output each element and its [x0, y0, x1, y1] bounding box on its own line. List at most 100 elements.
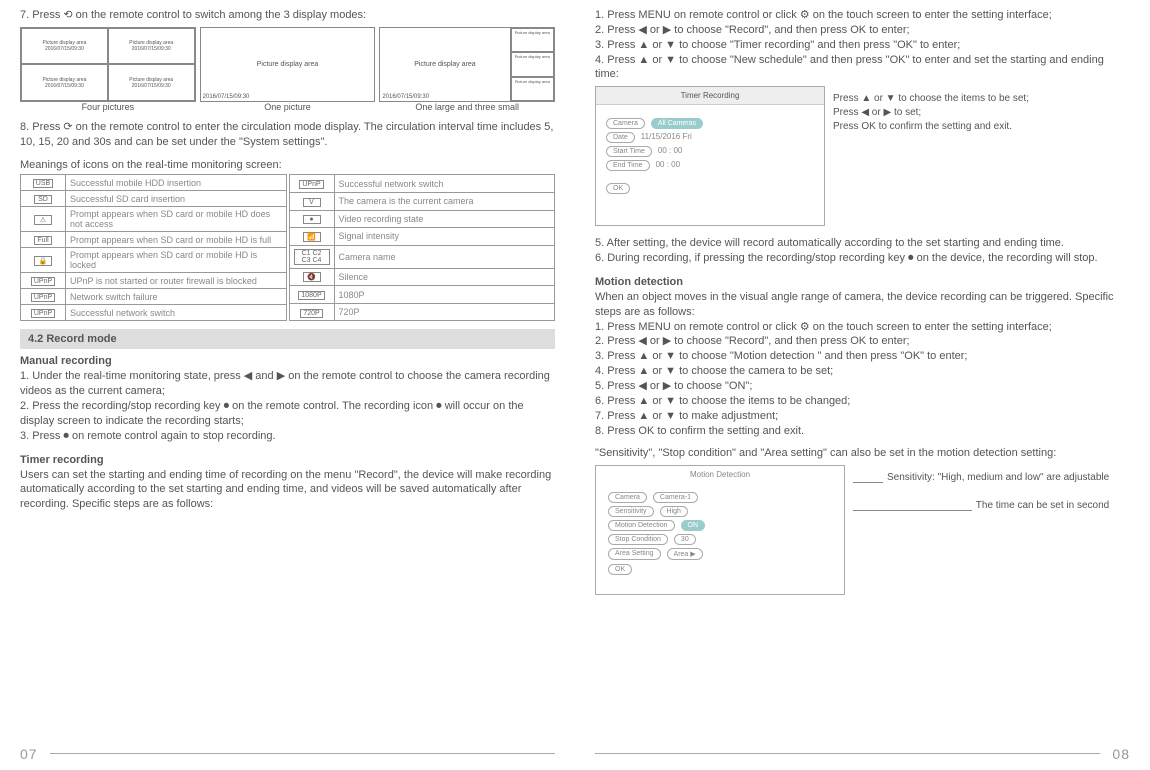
- md-notes: Sensitivity: "High, medium and low" are …: [853, 461, 1109, 513]
- m-step5: 5. Press ◀ or ▶ to choose "ON";: [595, 379, 1130, 394]
- md-title: Motion Detection: [596, 466, 844, 483]
- icon-desc: Successful network switch: [334, 175, 555, 193]
- icon: SD: [34, 195, 52, 204]
- label-camera: Camera: [606, 118, 645, 129]
- icon-desc: Prompt appears when SD card or mobile HD…: [66, 207, 287, 232]
- m-step1: 1. Press MENU on remote control or click…: [595, 320, 1130, 335]
- icon-desc: 1080P: [334, 286, 555, 304]
- m-step6: 6. Press ▲ or ▼ to choose the items to b…: [595, 394, 1130, 409]
- icon: UPnP: [299, 180, 323, 189]
- step7: 7. Press ⟲ on the remote control to swit…: [20, 8, 555, 23]
- note-time: The time can be set in second: [976, 499, 1109, 513]
- timer-recording-heading: Timer recording: [20, 454, 555, 466]
- meanings-heading: Meanings of icons on the real-time monit…: [20, 158, 555, 173]
- icons-table-right: UPnP Successful network switch V The camera…: [289, 174, 556, 321]
- icon: USB: [33, 179, 53, 188]
- timer-notes: Press ▲ or ▼ to choose the items to be s…: [833, 82, 1029, 134]
- m-step2: 2. Press ◀ or ▶ to choose "Record", and …: [595, 334, 1130, 349]
- m-step8: 8. Press OK to confirm the setting and e…: [595, 424, 1130, 439]
- icon-desc: Camera name: [334, 245, 555, 268]
- p8-step4: 4. Press ▲ or ▼ to choose "New schedule"…: [595, 53, 1130, 83]
- icon: 🔒: [34, 256, 52, 266]
- timer-desc: Users can set the starting and ending ti…: [20, 468, 555, 513]
- side-cell: Picture display area: [511, 77, 554, 101]
- icon: ⚠: [34, 215, 52, 225]
- cell-ts: 2016/07/15/09:30: [132, 83, 171, 89]
- value-end[interactable]: 00 : 00: [656, 160, 680, 171]
- ok-button[interactable]: OK: [606, 183, 630, 194]
- icon: 📶: [303, 232, 321, 242]
- icon: UPnP: [31, 277, 55, 286]
- label-md: Motion Detection: [608, 520, 675, 531]
- icon-desc: Successful SD card insertion: [66, 191, 287, 207]
- icons-table-left: USB Successful mobile HDD insertion SD Succ…: [20, 174, 287, 321]
- p8-step6: 6. During recording, if pressing the rec…: [595, 251, 1130, 266]
- label-end: End Time: [606, 160, 650, 171]
- icon-desc: Successful mobile HDD insertion: [66, 175, 287, 191]
- side-cell: Picture display area: [511, 52, 554, 76]
- value-camera[interactable]: All Cameras: [651, 118, 703, 129]
- m-step4: 4. Press ▲ or ▼ to choose the camera to …: [595, 364, 1130, 379]
- m-step7: 7. Press ▲ or ▼ to make adjustment;: [595, 409, 1130, 424]
- section-record-mode: 4.2 Record mode: [20, 329, 555, 349]
- value-date[interactable]: 11/15/2016 Fri: [641, 132, 692, 143]
- value-start[interactable]: 00 : 00: [658, 146, 682, 157]
- page-number: 08: [1112, 746, 1130, 762]
- label-sens: Sensitivity: [608, 506, 654, 517]
- icon-desc: Signal intensity: [334, 228, 555, 246]
- cell-ts: 2016/07/15/09:30: [132, 46, 171, 52]
- step8: 8. Press ⟳ on the remote control to ente…: [20, 120, 555, 150]
- sens-note: "Sensitivity", "Stop condition" and "Are…: [595, 446, 1130, 461]
- icon-desc: Network switch failure: [66, 289, 287, 305]
- page-number: 07: [20, 746, 38, 762]
- manual-step3: 3. Press ⏺ on remote control again to st…: [20, 429, 555, 444]
- mode-four: Picture display area2016/07/15/09:30 Pic…: [20, 27, 196, 112]
- manual-step1: 1. Under the real-time monitoring state,…: [20, 369, 555, 399]
- value-camera[interactable]: Camera-1: [653, 492, 698, 503]
- mode-caption: Four pictures: [20, 102, 196, 112]
- page-left: 7. Press ⟲ on the remote control to swit…: [0, 0, 575, 770]
- p8-step5: 5. After setting, the device will record…: [595, 236, 1130, 251]
- value-stop[interactable]: 30: [674, 534, 696, 545]
- icon: 1080P: [298, 291, 324, 300]
- display-modes: Picture display area2016/07/15/09:30 Pic…: [20, 27, 555, 112]
- icon: V: [303, 198, 321, 207]
- motion-heading: Motion detection: [595, 276, 1130, 288]
- icon: C1 C2 C3 C4: [294, 249, 330, 265]
- cell-ts: 2016/07/15/09:30: [45, 46, 84, 52]
- icon-desc: Prompt appears when SD card or mobile HD…: [66, 248, 287, 273]
- one-area: Picture display area: [201, 28, 375, 101]
- mode-one: Picture display area 2016/07/15/09:30 On…: [200, 27, 376, 112]
- mode-onesmall: Picture display area Picture display are…: [379, 27, 555, 112]
- icon-desc: UPnP is not started or router firewall i…: [66, 273, 287, 289]
- icon: 🔇: [303, 272, 321, 282]
- p8-step1: 1. Press MENU on remote control or click…: [595, 8, 1130, 23]
- page-right: 1. Press MENU on remote control or click…: [575, 0, 1150, 770]
- label-area: Area Setting: [608, 548, 661, 560]
- cell-ts: 2016/07/15/09:30: [45, 83, 84, 89]
- value-md[interactable]: ON: [681, 520, 706, 531]
- side-cell: Picture display area: [511, 28, 554, 52]
- note-sens: Sensitivity: "High, medium and low" are …: [887, 471, 1109, 485]
- m-step3: 3. Press ▲ or ▼ to choose "Motion detect…: [595, 349, 1130, 364]
- icon-desc: The camera is the current camera: [334, 192, 555, 210]
- timer-title: Timer Recording: [596, 87, 824, 105]
- value-area[interactable]: Area ▶: [667, 548, 703, 560]
- label-stop: Stop Condition: [608, 534, 668, 545]
- manual-recording-heading: Manual recording: [20, 355, 555, 367]
- label-camera: Camera: [608, 492, 647, 503]
- icon-desc: Prompt appears when SD card or mobile HD…: [66, 232, 287, 248]
- main-area: Picture display area: [380, 28, 510, 101]
- ok-button[interactable]: OK: [608, 564, 632, 575]
- value-sens[interactable]: High: [660, 506, 688, 517]
- one-ts: 2016/07/15/09:30: [203, 94, 250, 100]
- icon: UPnP: [31, 309, 55, 318]
- icon: ●: [303, 215, 321, 224]
- manual-step2: 2. Press the recording/stop recording ke…: [20, 399, 555, 429]
- icon: Full: [34, 236, 52, 245]
- mode-caption: One large and three small: [379, 102, 555, 112]
- icon-desc: Successful network switch: [66, 305, 287, 321]
- p8-step3: 3. Press ▲ or ▼ to choose "Timer recordi…: [595, 38, 1130, 53]
- icon: 720P: [300, 309, 322, 318]
- motion-detection-ui: Motion Detection Camera Camera-1 Sensitiv…: [595, 465, 845, 595]
